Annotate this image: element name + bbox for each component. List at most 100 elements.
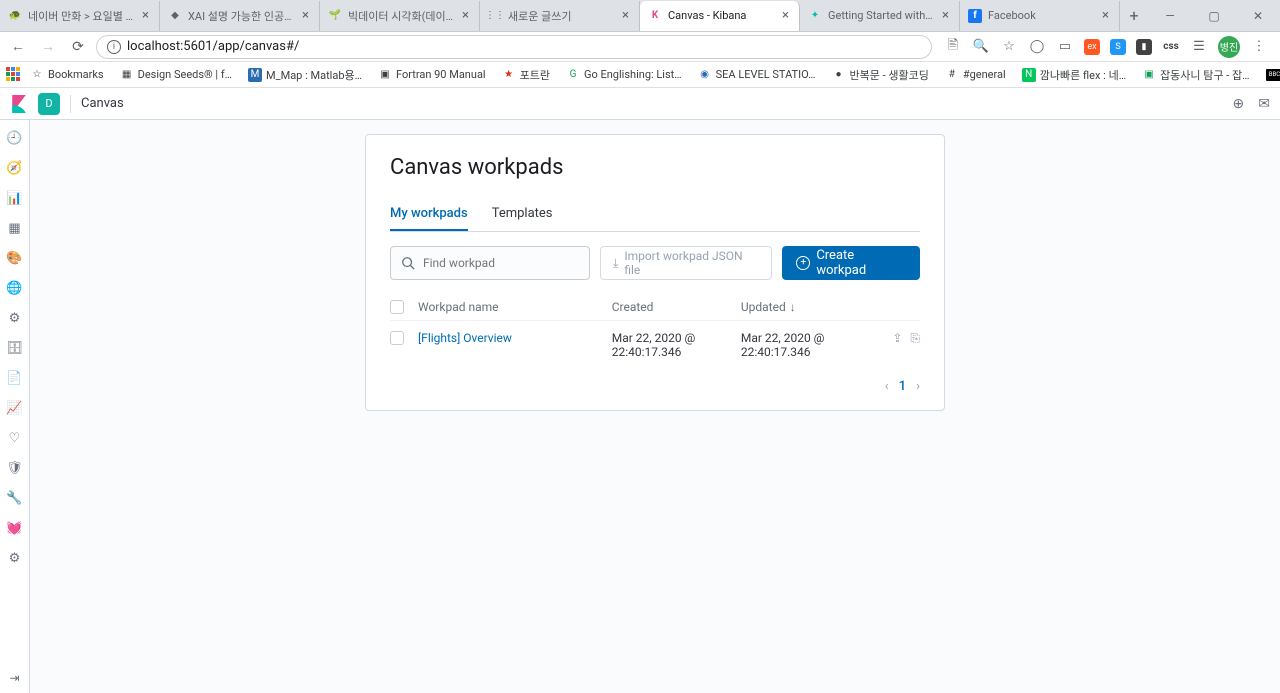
newsfeed-icon[interactable]: ⊕ bbox=[1233, 96, 1245, 112]
nav-maps-icon[interactable]: 🌐 bbox=[7, 280, 23, 296]
content-area: Canvas workpads My workpads Templates ⤓ … bbox=[30, 120, 1280, 693]
reading-list-icon[interactable]: ☰ bbox=[1190, 38, 1208, 56]
bookmark-item[interactable]: MM_Map : Matlab용… bbox=[242, 67, 368, 83]
translate-icon[interactable]: 🖹 bbox=[944, 38, 962, 56]
back-button[interactable]: ← bbox=[6, 35, 30, 59]
row-checkbox[interactable] bbox=[390, 331, 404, 345]
bookmark-favicon: ☆ bbox=[30, 68, 44, 82]
extension-icon[interactable]: css bbox=[1162, 38, 1180, 56]
close-icon[interactable]: × bbox=[620, 8, 631, 23]
nav-siem-icon[interactable]: 🛡 bbox=[7, 460, 23, 476]
star-icon[interactable]: ☆ bbox=[1000, 38, 1018, 56]
search-input-wrapper[interactable] bbox=[390, 246, 590, 280]
nav-visualize-icon[interactable]: 📊 bbox=[7, 190, 23, 206]
close-icon[interactable]: × bbox=[300, 8, 311, 23]
bookmark-item[interactable]: ▣잡동사니 탐구 - 잡… bbox=[1136, 67, 1255, 83]
bookmark-item[interactable]: ▣Fortran 90 Manual bbox=[372, 68, 492, 82]
bookmark-item[interactable]: ★포트란 bbox=[496, 67, 556, 83]
table-head: Workpad name Created Updated↓ bbox=[390, 294, 920, 321]
browser-tab[interactable]: ◆XAI 설명 가능한 인공지능, 인공× bbox=[160, 1, 320, 31]
profile-avatar[interactable]: 병진 bbox=[1218, 36, 1240, 58]
nav-dashboard-icon[interactable]: ▦ bbox=[7, 220, 23, 236]
create-workpad-button[interactable]: + Create workpad bbox=[782, 246, 920, 280]
minimize-button[interactable]: — bbox=[1148, 1, 1192, 31]
new-tab-button[interactable]: + bbox=[1120, 2, 1148, 30]
browser-tab[interactable]: ✦Getting Started with Kibana | El× bbox=[800, 1, 960, 31]
divider bbox=[70, 95, 71, 113]
nav-management-icon[interactable]: ⚙ bbox=[7, 550, 23, 566]
nav-recent-icon[interactable]: 🕘 bbox=[7, 130, 23, 146]
nav-infra-icon[interactable]: 🗄 bbox=[7, 340, 23, 356]
browser-tab[interactable]: 🐢네이버 만화 > 요일별 웹툰 > 전× bbox=[0, 1, 160, 31]
extension-icon[interactable]: ex bbox=[1084, 39, 1100, 55]
extension-icon[interactable]: S bbox=[1110, 39, 1126, 55]
side-nav: 🕘 🧭 📊 ▦ 🎨 🌐 ⚙ 🗄 📄 📈 ♡ 🛡 🔧 💓 ⚙ ⇥ bbox=[0, 120, 30, 693]
bookmark-item[interactable]: BBCBBC Learning Engli… bbox=[1260, 68, 1280, 81]
browser-tab[interactable]: fFacebook× bbox=[960, 1, 1120, 31]
nav-apm-icon[interactable]: 📈 bbox=[7, 400, 23, 416]
nav-ml-icon[interactable]: ⚙ bbox=[7, 310, 23, 326]
reload-button[interactable]: ⟳ bbox=[66, 35, 90, 59]
nav-canvas-icon[interactable]: 🎨 bbox=[7, 250, 23, 266]
plus-icon: + bbox=[796, 256, 810, 270]
forward-button[interactable]: → bbox=[36, 35, 60, 59]
bookmark-item[interactable]: N깜나빠른 flex : 네… bbox=[1016, 67, 1132, 83]
tab-templates[interactable]: Templates bbox=[492, 198, 553, 231]
nav-logs-icon[interactable]: 📄 bbox=[7, 370, 23, 386]
nav-dev-icon[interactable]: 🔧 bbox=[7, 490, 23, 506]
apps-icon[interactable] bbox=[6, 67, 20, 83]
tab-favicon: ✦ bbox=[808, 9, 822, 23]
next-page-icon[interactable]: › bbox=[916, 379, 920, 394]
bookmark-favicon: N bbox=[1022, 68, 1036, 82]
col-name-header[interactable]: Workpad name bbox=[418, 300, 612, 314]
nav-discover-icon[interactable]: 🧭 bbox=[7, 160, 23, 176]
menu-icon[interactable]: ⋮ bbox=[1250, 38, 1268, 56]
kibana-logo-icon[interactable] bbox=[10, 95, 28, 113]
extension-icon[interactable]: ◯ bbox=[1028, 38, 1046, 56]
close-window-button[interactable]: ✕ bbox=[1236, 1, 1280, 31]
bookmark-item[interactable]: ▦Design Seeds® | f… bbox=[114, 68, 238, 82]
close-icon[interactable]: × bbox=[780, 8, 791, 23]
browser-tab[interactable]: 🌱빅데이터 시각화(데이터 과학) -× bbox=[320, 1, 480, 31]
browser-tab[interactable]: ⋮⋮새로운 글쓰기× bbox=[480, 1, 640, 31]
export-icon[interactable]: ⇪ bbox=[892, 331, 902, 346]
workpad-link[interactable]: [Flights] Overview bbox=[418, 331, 512, 345]
close-icon[interactable]: × bbox=[140, 8, 151, 23]
bookmark-item[interactable]: ◉SEA LEVEL STATIO… bbox=[692, 68, 822, 82]
bookmark-item[interactable]: ##general bbox=[939, 68, 1012, 82]
bookmark-item[interactable]: ☆Bookmarks bbox=[24, 68, 110, 82]
site-info-icon[interactable]: i bbox=[107, 40, 121, 54]
maximize-button[interactable]: ▢ bbox=[1192, 1, 1236, 31]
bookmark-favicon: ▦ bbox=[120, 68, 134, 82]
close-icon[interactable]: × bbox=[1100, 8, 1111, 23]
close-icon[interactable]: × bbox=[460, 8, 471, 23]
extension-icon[interactable]: ▮ bbox=[1136, 39, 1152, 55]
nav-uptime-icon[interactable]: ♡ bbox=[7, 430, 23, 446]
clone-icon[interactable]: ⎘ bbox=[910, 331, 920, 346]
bookmark-item[interactable]: ●반복문 - 생활코딩 bbox=[825, 67, 934, 83]
close-icon[interactable]: × bbox=[940, 8, 951, 23]
browser-tab-active[interactable]: KCanvas - Kibana× bbox=[640, 1, 800, 31]
space-selector[interactable]: D bbox=[38, 93, 60, 115]
search-input[interactable] bbox=[423, 256, 579, 270]
kibana-header: D Canvas ⊕ ✉ bbox=[0, 88, 1280, 120]
col-created-header[interactable]: Created bbox=[612, 300, 741, 314]
zoom-icon[interactable]: 🔍 bbox=[972, 38, 990, 56]
cell-updated: Mar 22, 2020 @ 22:40:17.346 bbox=[741, 331, 870, 359]
mail-icon[interactable]: ✉ bbox=[1258, 96, 1270, 112]
collapse-nav-icon[interactable]: ⇥ bbox=[0, 671, 29, 685]
page-number[interactable]: 1 bbox=[899, 379, 906, 394]
extension-icon[interactable]: ▭ bbox=[1056, 38, 1074, 56]
tab-favicon: K bbox=[648, 9, 662, 23]
select-all-checkbox[interactable] bbox=[390, 300, 404, 314]
nav-monitoring-icon[interactable]: 💓 bbox=[7, 520, 23, 536]
tab-favicon: ◆ bbox=[168, 9, 182, 23]
bookmark-item[interactable]: GGo Englishing: List… bbox=[560, 68, 688, 82]
prev-page-icon[interactable]: ‹ bbox=[885, 379, 889, 394]
import-button[interactable]: ⤓ Import workpad JSON file bbox=[600, 246, 772, 280]
address-bar[interactable]: i localhost:5601/app/canvas#/ bbox=[96, 35, 932, 59]
col-updated-header[interactable]: Updated↓ bbox=[741, 300, 870, 314]
breadcrumb[interactable]: Canvas bbox=[81, 96, 124, 111]
tab-my-workpads[interactable]: My workpads bbox=[390, 198, 468, 231]
url-text: localhost:5601/app/canvas#/ bbox=[127, 39, 299, 54]
